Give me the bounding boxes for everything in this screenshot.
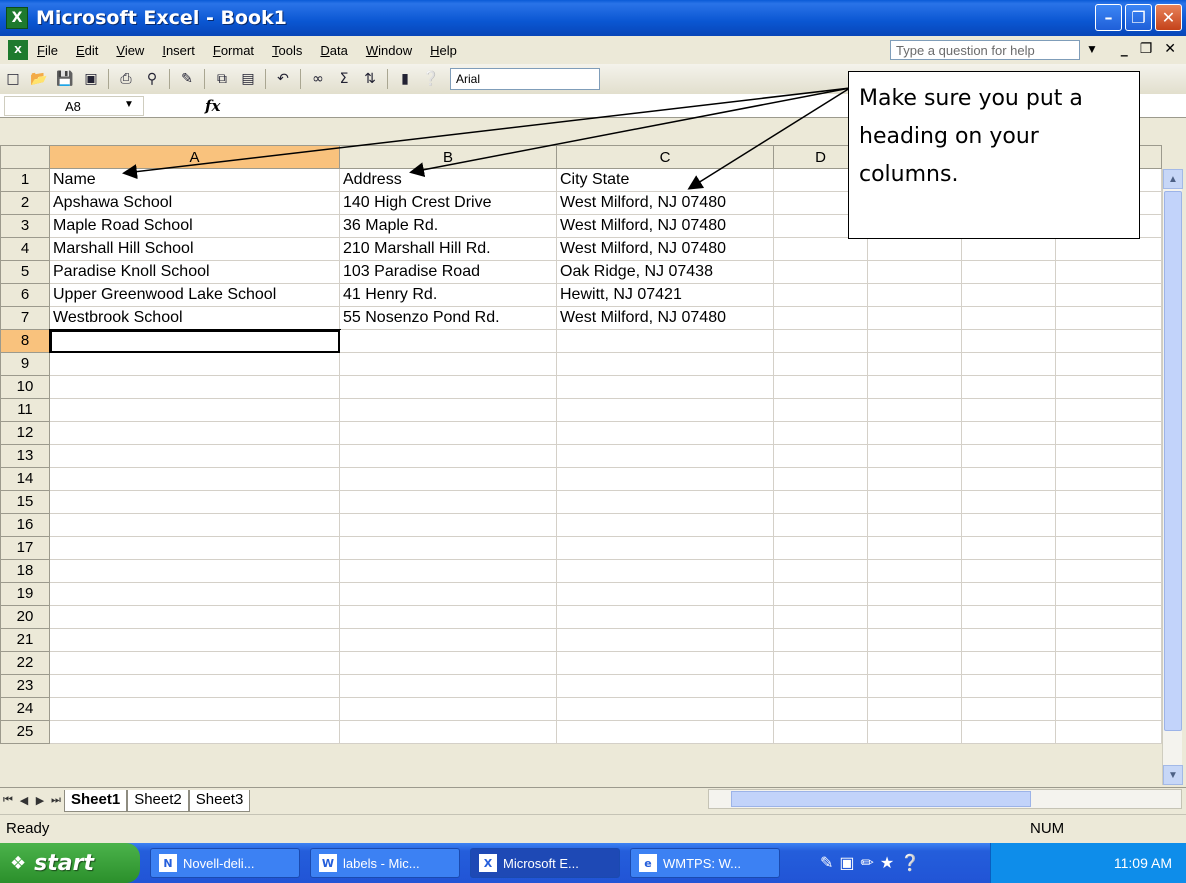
instruction-callout: Make sure you put a heading on your colu… xyxy=(848,71,1140,239)
